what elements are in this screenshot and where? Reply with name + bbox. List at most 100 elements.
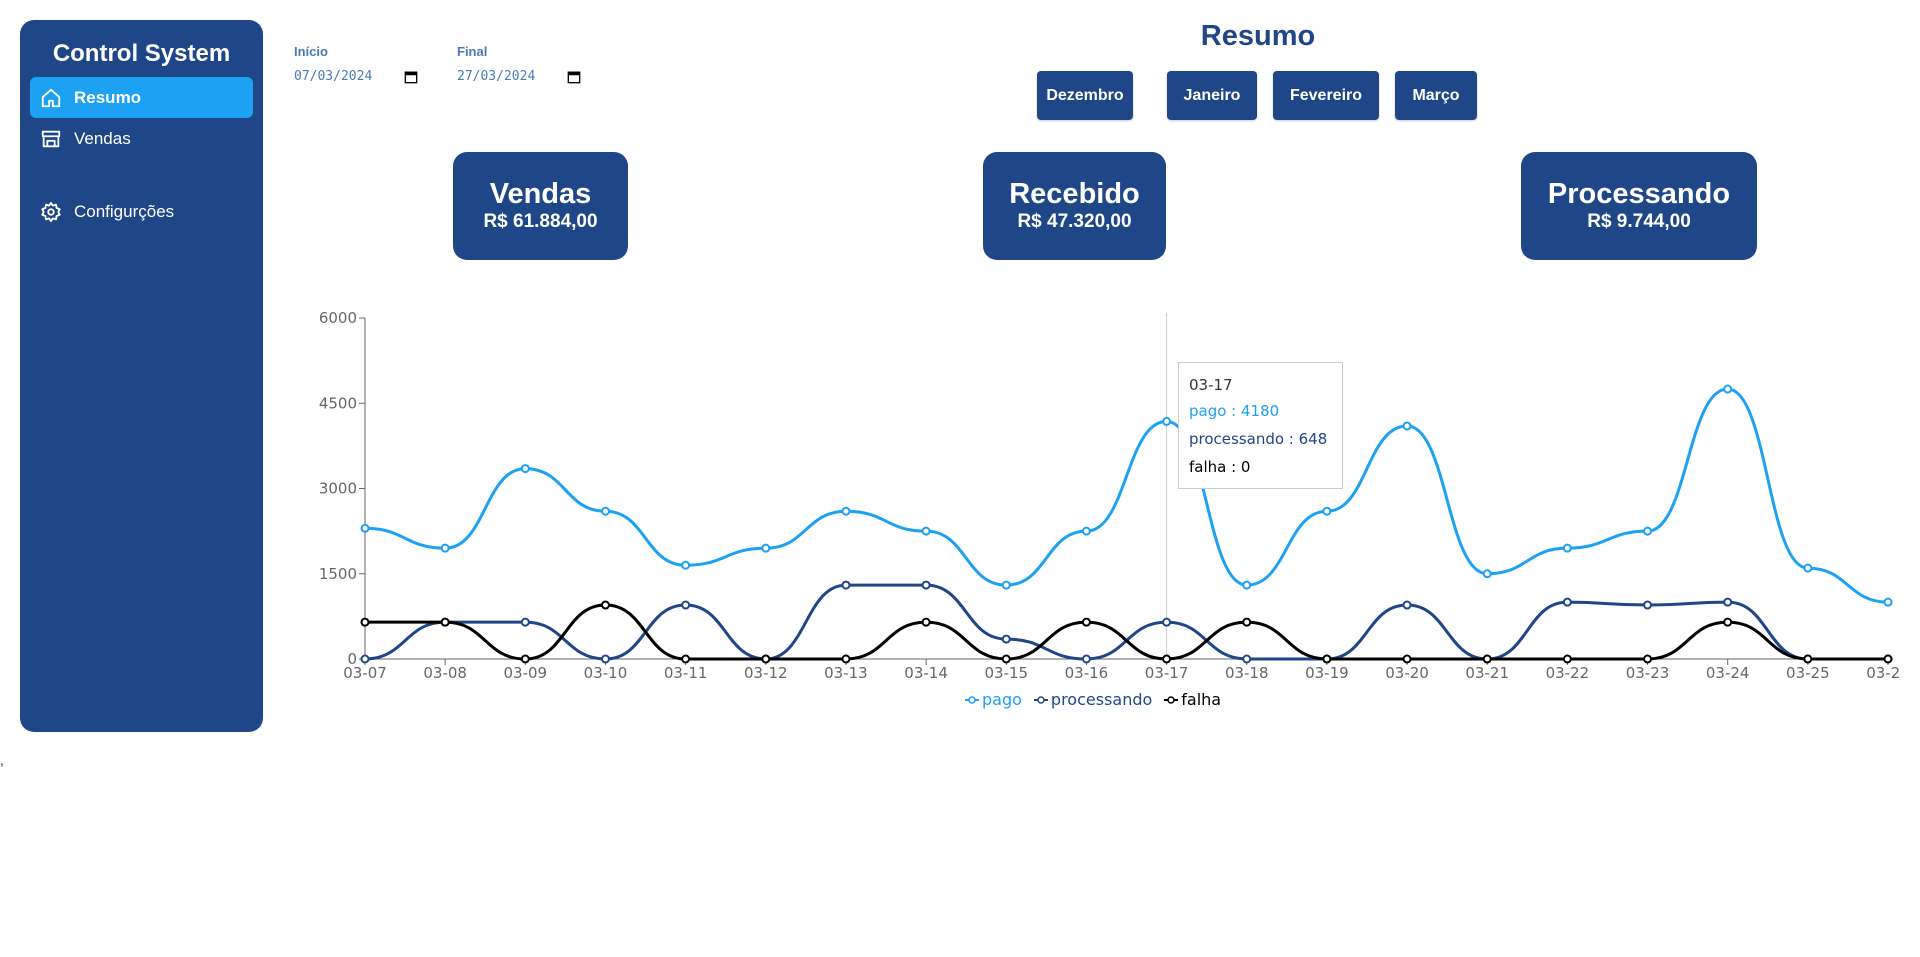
x-tick-label: 03-09 — [504, 664, 548, 682]
legend-item-pago[interactable]: pago — [965, 690, 1022, 709]
sidebar-item-resumo[interactable]: Resumo — [30, 77, 253, 118]
stray-text: , — [0, 752, 4, 768]
data-point-processando — [1643, 600, 1653, 610]
chart-legend: pago processando falha — [965, 690, 1221, 709]
start-date-label: Início — [294, 44, 328, 59]
page-title: Resumo — [1200, 20, 1316, 52]
sidebar-item-label: Resumo — [74, 87, 142, 107]
data-point-falha — [1643, 654, 1653, 664]
data-point-falha — [1482, 654, 1492, 664]
app-title: Control System — [52, 40, 231, 67]
data-point-processando — [1562, 597, 1572, 607]
data-point-pago — [1723, 384, 1733, 394]
sidebar: Control System Resumo Vendas Configurçõe… — [20, 20, 263, 732]
data-point-falha — [1162, 654, 1172, 664]
data-point-pago — [1883, 597, 1893, 607]
calendar-icon[interactable] — [567, 70, 581, 84]
month-button-janeiro[interactable]: Janeiro — [1167, 71, 1257, 120]
month-button-fevereiro[interactable]: Fevereiro — [1273, 71, 1379, 120]
data-point-pago — [600, 506, 610, 516]
x-tick-label: 03-11 — [664, 664, 708, 682]
data-point-processando — [1162, 617, 1172, 627]
y-tick-label: 4500 — [319, 394, 357, 412]
data-point-falha — [600, 600, 610, 610]
stat-card-vendas: Vendas R$ 61.884,00 — [453, 152, 628, 260]
gear-icon — [40, 201, 62, 223]
stat-card-title: Recebido — [1009, 178, 1140, 210]
x-tick-label: 03-22 — [1546, 664, 1590, 682]
end-date-input[interactable]: 27/03/2024 — [457, 69, 581, 84]
data-point-falha — [520, 654, 530, 664]
data-point-falha — [1322, 654, 1332, 664]
store-icon — [40, 128, 62, 150]
data-point-processando — [681, 600, 691, 610]
end-date-value: 27/03/2024 — [457, 69, 536, 84]
data-point-pago — [1162, 416, 1172, 426]
x-tick-label: 03-17 — [1145, 664, 1189, 682]
calendar-icon[interactable] — [404, 70, 418, 84]
data-point-pago — [1001, 580, 1011, 590]
data-point-falha — [440, 617, 450, 627]
stat-card-value: R$ 9.744,00 — [1587, 211, 1691, 232]
start-date-input[interactable]: 07/03/2024 — [294, 69, 418, 84]
legend-marker-icon — [1164, 695, 1179, 704]
stat-card-recebido: Recebido R$ 47.320,00 — [983, 152, 1166, 260]
data-point-pago — [841, 506, 851, 516]
sidebar-item-label: Configurções — [74, 201, 175, 221]
data-point-pago — [1562, 543, 1572, 553]
data-point-falha — [360, 617, 370, 627]
data-point-falha — [681, 654, 691, 664]
series-line-falha — [365, 603, 1888, 661]
x-tick-label: 03-26 — [1866, 664, 1900, 682]
data-point-pago — [1402, 421, 1412, 431]
data-point-processando — [1723, 597, 1733, 607]
data-point-pago — [360, 523, 370, 533]
legend-label: processando — [1050, 690, 1153, 709]
data-point-pago — [1242, 580, 1252, 590]
tooltip-processando: processando : 648 — [1189, 430, 1328, 448]
y-tick-label: 3000 — [319, 480, 357, 498]
x-tick-label: 03-25 — [1786, 664, 1830, 682]
data-point-pago — [1643, 526, 1653, 536]
x-tick-label: 03-07 — [343, 664, 387, 682]
legend-marker-icon — [1033, 695, 1048, 704]
sidebar-item-vendas[interactable]: Vendas — [30, 118, 253, 159]
series-line-processando — [364, 583, 1888, 661]
stat-card-value: R$ 61.884,00 — [483, 211, 598, 232]
legend-label: pago — [982, 690, 1022, 709]
y-tick-label: 6000 — [319, 309, 357, 327]
x-tick-label: 03-21 — [1465, 664, 1509, 682]
data-point-processando — [1001, 634, 1011, 644]
end-date-label: Final — [457, 44, 488, 59]
x-tick-label: 03-19 — [1305, 664, 1349, 682]
data-point-processando — [600, 654, 610, 664]
data-point-falha — [921, 617, 931, 627]
sidebar-item-configuracoes[interactable]: Configurções — [30, 191, 253, 232]
legend-item-processando[interactable]: processando — [1033, 690, 1153, 709]
data-point-falha — [1001, 654, 1011, 664]
end-date-group: Final 27/03/2024 — [457, 44, 581, 84]
x-tick-label: 03-14 — [904, 664, 948, 682]
data-point-processando — [360, 654, 370, 664]
line-chart[interactable]: 0 1500 3000 4500 6000 03-07 03-08 03-09 03-10 03-… — [300, 300, 1900, 740]
data-point-falha — [841, 654, 851, 664]
line-chart-svg: 0150030004500600003-07 03-08 03-09 03-10 03-… — [319, 309, 1900, 682]
data-point-falha — [1883, 654, 1893, 664]
data-point-falha — [1723, 617, 1733, 627]
start-date-value: 07/03/2024 — [294, 69, 373, 84]
data-point-pago — [761, 543, 771, 553]
data-point-processando — [841, 580, 851, 590]
stat-card-title: Processando — [1547, 178, 1731, 210]
legend-marker-icon — [965, 695, 979, 704]
x-tick-label: 03-13 — [824, 664, 868, 682]
month-button-marco[interactable]: Março — [1395, 71, 1477, 120]
data-point-pago — [1322, 506, 1332, 516]
data-point-pago — [1081, 526, 1091, 536]
month-button-dezembro[interactable]: Dezembro — [1037, 71, 1133, 120]
data-point-pago — [681, 560, 691, 570]
x-tick-label: 03-08 — [423, 664, 467, 682]
legend-item-falha[interactable]: falha — [1164, 690, 1221, 709]
chart-tooltip: 03-17 pago : 4180 processando : 648 falh… — [1178, 362, 1343, 489]
data-point-processando — [1402, 600, 1412, 610]
stat-card-value: R$ 47.320,00 — [1017, 211, 1132, 232]
